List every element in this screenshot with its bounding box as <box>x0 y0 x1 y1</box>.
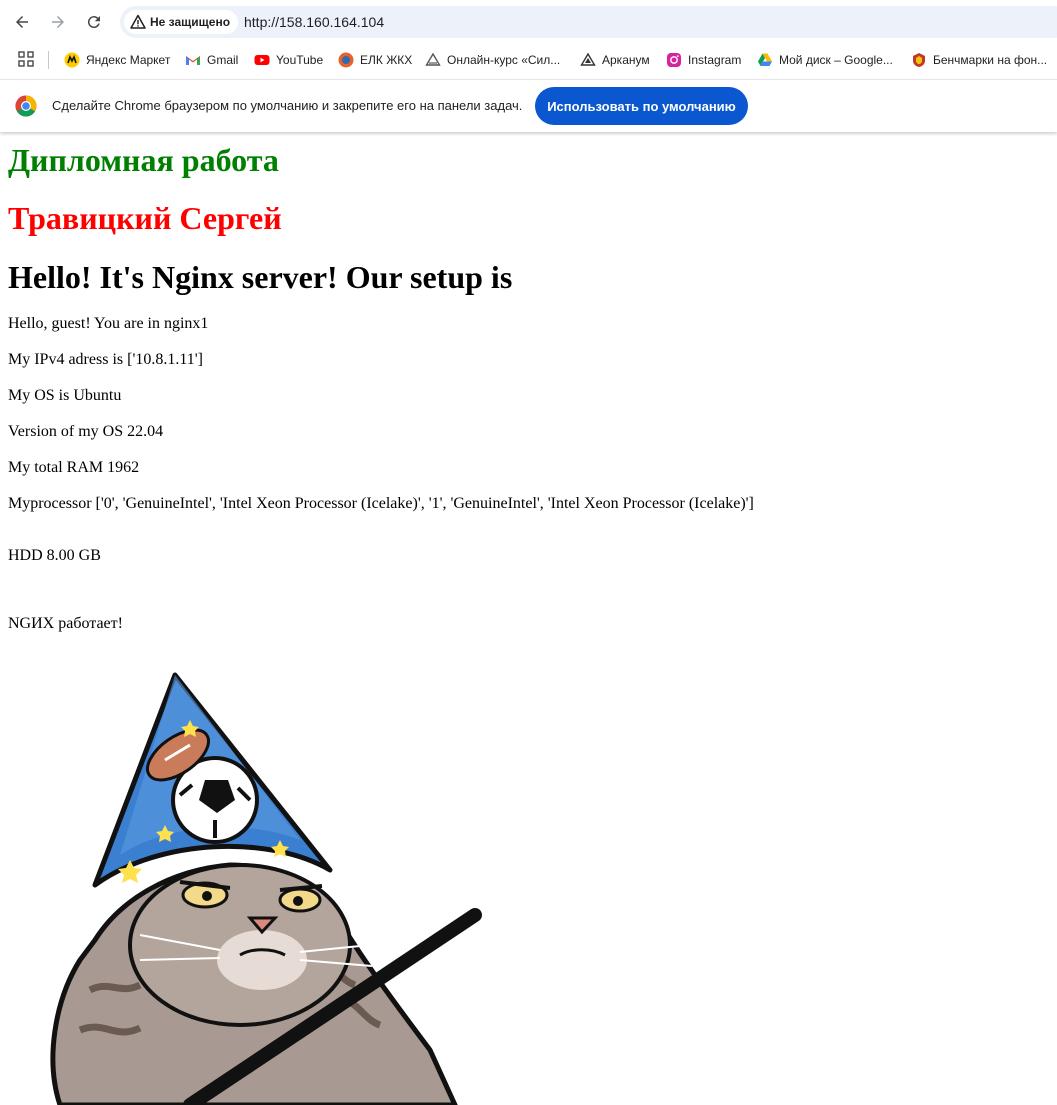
back-button[interactable] <box>10 10 34 34</box>
bookmark-yandex-market[interactable]: Яндекс Маркет <box>64 50 170 70</box>
bookmark-arkanum[interactable]: Арканум <box>580 50 650 70</box>
reload-button[interactable] <box>82 10 106 34</box>
apps-grid-icon[interactable] <box>18 51 34 67</box>
heading-author: Травицкий Сергей <box>8 200 282 236</box>
gmail-icon <box>185 52 201 68</box>
url-text[interactable]: http://158.160.164.104 <box>244 14 384 30</box>
bookmark-label: Мой диск – Google... <box>779 53 893 67</box>
security-label: Не защищено <box>150 15 231 29</box>
bookmark-label: Бенчмарки на фон... <box>933 53 1048 67</box>
back-arrow-icon <box>16 16 28 28</box>
elk-icon <box>338 52 354 68</box>
bookmark-label: Арканум <box>602 53 650 67</box>
yandex-market-icon <box>64 52 80 68</box>
line-nginx-status: NGИХ работает! <box>8 615 123 632</box>
address-bar[interactable]: Не защищено http://158.160.164.104 <box>120 6 1057 38</box>
line-ip: My IPv4 adress is ['10.8.1.11'] <box>8 351 203 368</box>
chrome-logo-icon <box>15 95 37 117</box>
bookmark-label: Instagram <box>688 53 742 67</box>
course-icon <box>425 52 441 68</box>
reload-icon <box>87 16 100 29</box>
bookmark-google-drive[interactable]: Мой диск – Google... <box>757 50 893 70</box>
browser-toolbar: Не защищено http://158.160.164.104 <box>0 0 1057 44</box>
instagram-icon <box>666 52 682 68</box>
line-processor: Myprocessor ['0', 'GenuineIntel', 'Intel… <box>8 495 754 512</box>
forward-button[interactable] <box>46 10 70 34</box>
default-browser-infobar: Сделайте Chrome браузером по умолчанию и… <box>0 79 1057 132</box>
bookmark-label: YouTube <box>276 53 324 67</box>
line-os-version: Version of my OS 22.04 <box>8 423 164 440</box>
wizard-cat-image <box>50 672 482 1105</box>
bookmark-label: Яндекс Маркет <box>86 53 171 67</box>
line-ram: My total RAM 1962 <box>8 459 140 476</box>
security-chip[interactable]: Не защищено <box>124 10 239 34</box>
bookmark-elk[interactable]: ЕЛК ЖКХ <box>338 50 412 70</box>
infobar-message: Сделайте Chrome браузером по умолчанию и… <box>52 98 523 113</box>
benchmark-icon <box>911 52 927 68</box>
line-hdd: HDD 8.00 GB <box>8 547 101 564</box>
google-drive-icon <box>757 52 773 68</box>
set-default-button[interactable]: Использовать по умолчанию <box>535 87 748 125</box>
line-os: My OS is Ubuntu <box>8 387 122 404</box>
bookmarks-separator <box>48 51 49 69</box>
bookmark-instagram[interactable]: Instagram <box>666 50 741 70</box>
bookmark-benchmark[interactable]: Бенчмарки на фон... <box>911 50 1047 70</box>
bookmarks-bar: Яндекс Маркет Gmail YouTube ЕЛК ЖКХ Онла… <box>0 44 1057 76</box>
bookmark-course[interactable]: Онлайн-курс «Сил... <box>425 50 560 70</box>
bookmark-label: Gmail <box>207 53 239 67</box>
bookmark-gmail[interactable]: Gmail <box>185 50 238 70</box>
heading-main: Hello! It's Nginx server! Our setup is <box>8 259 513 295</box>
youtube-icon <box>254 52 270 68</box>
heading-thesis: Дипломная работа <box>8 142 279 178</box>
line-greeting: Hello, guest! You are in nginx1 <box>8 315 209 332</box>
bookmark-label: Онлайн-курс «Сил... <box>447 53 561 67</box>
warning-icon <box>130 14 146 29</box>
bookmark-label: ЕЛК ЖКХ <box>360 53 413 67</box>
bookmark-youtube[interactable]: YouTube <box>254 50 323 70</box>
forward-arrow-icon <box>52 16 64 28</box>
arkanum-icon <box>580 52 596 68</box>
